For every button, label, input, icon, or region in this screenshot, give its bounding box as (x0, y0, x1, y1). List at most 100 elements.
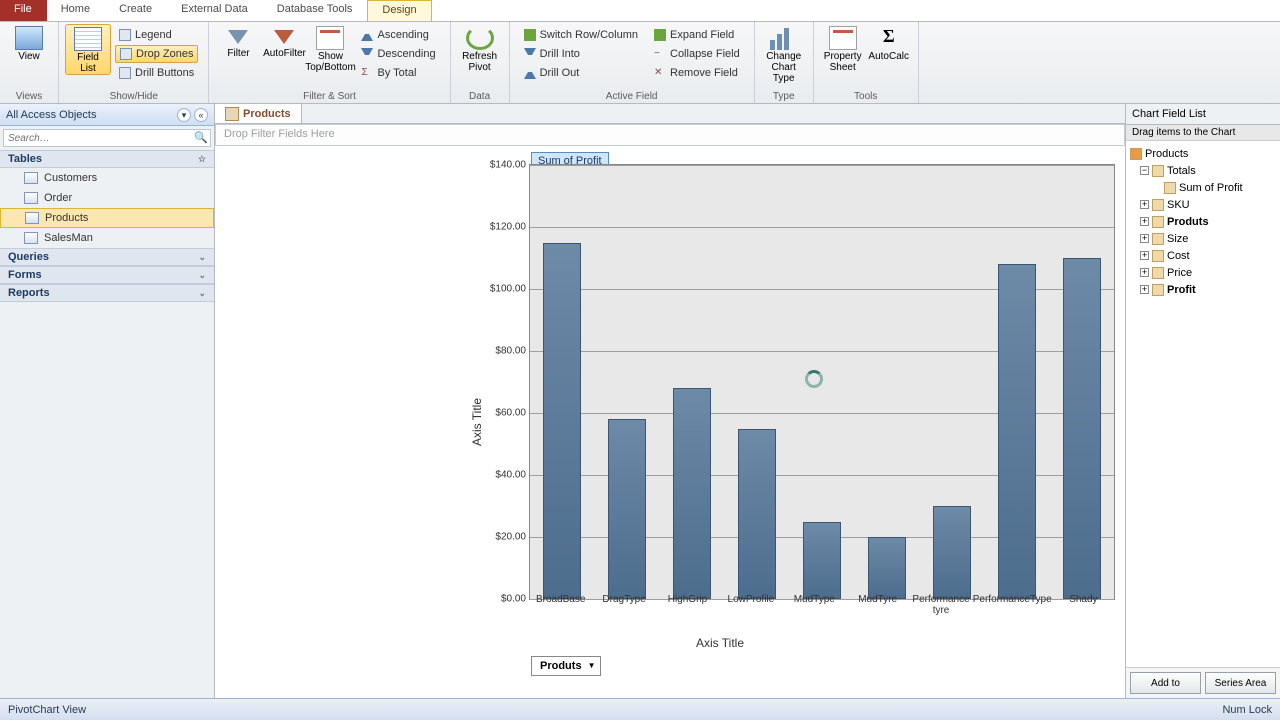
field-icon (1152, 233, 1164, 245)
cfl-field-size[interactable]: +Size (1128, 230, 1278, 247)
collapse-field-button[interactable]: −Collapse Field (650, 45, 744, 63)
bar-performance-tyre[interactable] (933, 506, 971, 599)
add-to-button[interactable]: Add to (1130, 672, 1201, 694)
cfl-title: Chart Field List (1126, 104, 1280, 125)
x-axis-labels: BroadBaseDragTypeHighGripLowProfileMudTy… (529, 594, 1115, 616)
cfl-sum-of-profit[interactable]: Sum of Profit (1128, 179, 1278, 196)
x-label: LowProfile (719, 594, 782, 616)
expand-icon[interactable]: + (1140, 200, 1149, 209)
cfl-totals[interactable]: −Totals (1128, 162, 1278, 179)
collapse-icon[interactable]: − (1140, 166, 1149, 175)
cfl-field-price[interactable]: +Price (1128, 264, 1278, 281)
filter-drop-zone[interactable]: Drop Filter Fields Here (215, 124, 1125, 146)
nav-collapse-icon[interactable]: « (194, 108, 208, 122)
expand-icon[interactable]: + (1140, 217, 1149, 226)
expand-icon[interactable]: + (1140, 234, 1149, 243)
nav-section-reports[interactable]: Reports⌄ (0, 284, 214, 302)
bar-shady[interactable] (1063, 258, 1101, 599)
show-top-bottom-button[interactable]: Show Top/Bottom (307, 24, 353, 73)
status-bar: PivotChart View Num Lock (0, 698, 1280, 720)
filter-icon (228, 30, 248, 44)
by-total-button[interactable]: ΣBy Total (357, 64, 439, 82)
switch-icon (524, 29, 536, 41)
view-button[interactable]: View (6, 24, 52, 62)
tab-file[interactable]: File (0, 0, 47, 21)
group-views-label: Views (6, 89, 52, 103)
tab-external-data[interactable]: External Data (167, 0, 263, 21)
bar-lowprofile[interactable] (738, 429, 776, 600)
cfl-subtitle: Drag items to the Chart (1126, 125, 1280, 141)
bar-broadbase[interactable] (543, 243, 581, 600)
x-label: Performance tyre (909, 594, 972, 616)
cfl-field-profit[interactable]: +Profit (1128, 281, 1278, 298)
bar-performancetype[interactable] (998, 264, 1036, 599)
search-input[interactable] (4, 130, 192, 146)
drill-buttons-toggle[interactable]: Drill Buttons (115, 64, 198, 82)
nav-section-queries[interactable]: Queries⌄ (0, 248, 214, 266)
expand-icon[interactable]: + (1140, 285, 1149, 294)
bar-mudtype[interactable] (803, 522, 841, 600)
x-label: HighGrip (656, 594, 719, 616)
legend-toggle[interactable]: Legend (115, 26, 198, 44)
descending-button[interactable]: Descending (357, 45, 439, 63)
search-icon[interactable]: 🔍 (192, 130, 210, 146)
chart-field-list: Chart Field List Drag items to the Chart… (1125, 104, 1280, 698)
x-axis-title[interactable]: Axis Title (475, 636, 965, 650)
nav-item-customers[interactable]: Customers (0, 168, 214, 188)
field-icon (1152, 284, 1164, 296)
expand-icon[interactable]: + (1140, 268, 1149, 277)
field-icon (1152, 216, 1164, 228)
form-icon (225, 107, 239, 121)
refresh-pivot-button[interactable]: Refresh Pivot (457, 24, 503, 73)
ascending-button[interactable]: Ascending (357, 26, 439, 44)
filter-button[interactable]: Filter (215, 24, 261, 59)
tab-create[interactable]: Create (105, 0, 167, 21)
nav-section-tables[interactable]: Tables☆ (0, 150, 214, 168)
y-tick: $40.00 (476, 470, 526, 481)
switch-row-col-button[interactable]: Switch Row/Column (520, 26, 642, 44)
doc-tab-products[interactable]: Products (215, 104, 302, 123)
table-icon (24, 192, 38, 204)
remove-field-button[interactable]: ✕Remove Field (650, 64, 744, 82)
tab-database-tools[interactable]: Database Tools (263, 0, 368, 21)
nav-item-order[interactable]: Order (0, 188, 214, 208)
bar-highgrip[interactable] (673, 388, 711, 599)
series-area-button[interactable]: Series Area (1205, 672, 1276, 694)
field-list-button[interactable]: Field List (65, 24, 111, 75)
nav-dropdown-icon[interactable]: ▾ (177, 108, 191, 122)
group-showhide-label: Show/Hide (65, 89, 202, 103)
tab-design[interactable]: Design (367, 0, 431, 21)
drop-zones-toggle[interactable]: Drop Zones (115, 45, 198, 63)
autocalc-button[interactable]: ΣAutoCalc (866, 24, 912, 62)
nav-header[interactable]: All Access Objects ▾ « (0, 104, 214, 126)
drill-buttons-icon (119, 67, 131, 79)
nav-item-salesman[interactable]: SalesMan (0, 228, 214, 248)
y-tick: $80.00 (476, 346, 526, 357)
autofilter-icon (274, 30, 294, 44)
cfl-root[interactable]: Products (1128, 145, 1278, 162)
drill-into-button[interactable]: Drill Into (520, 45, 642, 63)
table-icon (25, 212, 39, 224)
y-tick: $140.00 (476, 160, 526, 171)
autofilter-button[interactable]: AutoFilter (261, 24, 307, 59)
y-tick: $120.00 (476, 222, 526, 233)
cfl-field-sku[interactable]: +SKU (1128, 196, 1278, 213)
drill-out-button[interactable]: Drill Out (520, 64, 642, 82)
y-tick: $0.00 (476, 594, 526, 605)
category-axis-dropdown[interactable]: Produts (531, 656, 601, 676)
field-list-icon (74, 27, 102, 51)
change-chart-type-button[interactable]: Change Chart Type (761, 24, 807, 84)
totals-icon (1152, 165, 1164, 177)
sigma-icon: Σ (875, 26, 903, 50)
pivot-chart[interactable]: Sum of Profit Axis Title $0.00$20.00$40.… (215, 146, 1125, 698)
property-sheet-button[interactable]: Property Sheet (820, 24, 866, 73)
tab-home[interactable]: Home (47, 0, 105, 21)
cfl-field-produts[interactable]: +Produts (1128, 213, 1278, 230)
nav-section-forms[interactable]: Forms⌄ (0, 266, 214, 284)
nav-item-products[interactable]: Products (0, 208, 214, 228)
bar-dragtype[interactable] (608, 419, 646, 599)
cfl-field-cost[interactable]: +Cost (1128, 247, 1278, 264)
bar-mudtyre[interactable] (868, 537, 906, 599)
expand-icon[interactable]: + (1140, 251, 1149, 260)
expand-field-button[interactable]: Expand Field (650, 26, 744, 44)
